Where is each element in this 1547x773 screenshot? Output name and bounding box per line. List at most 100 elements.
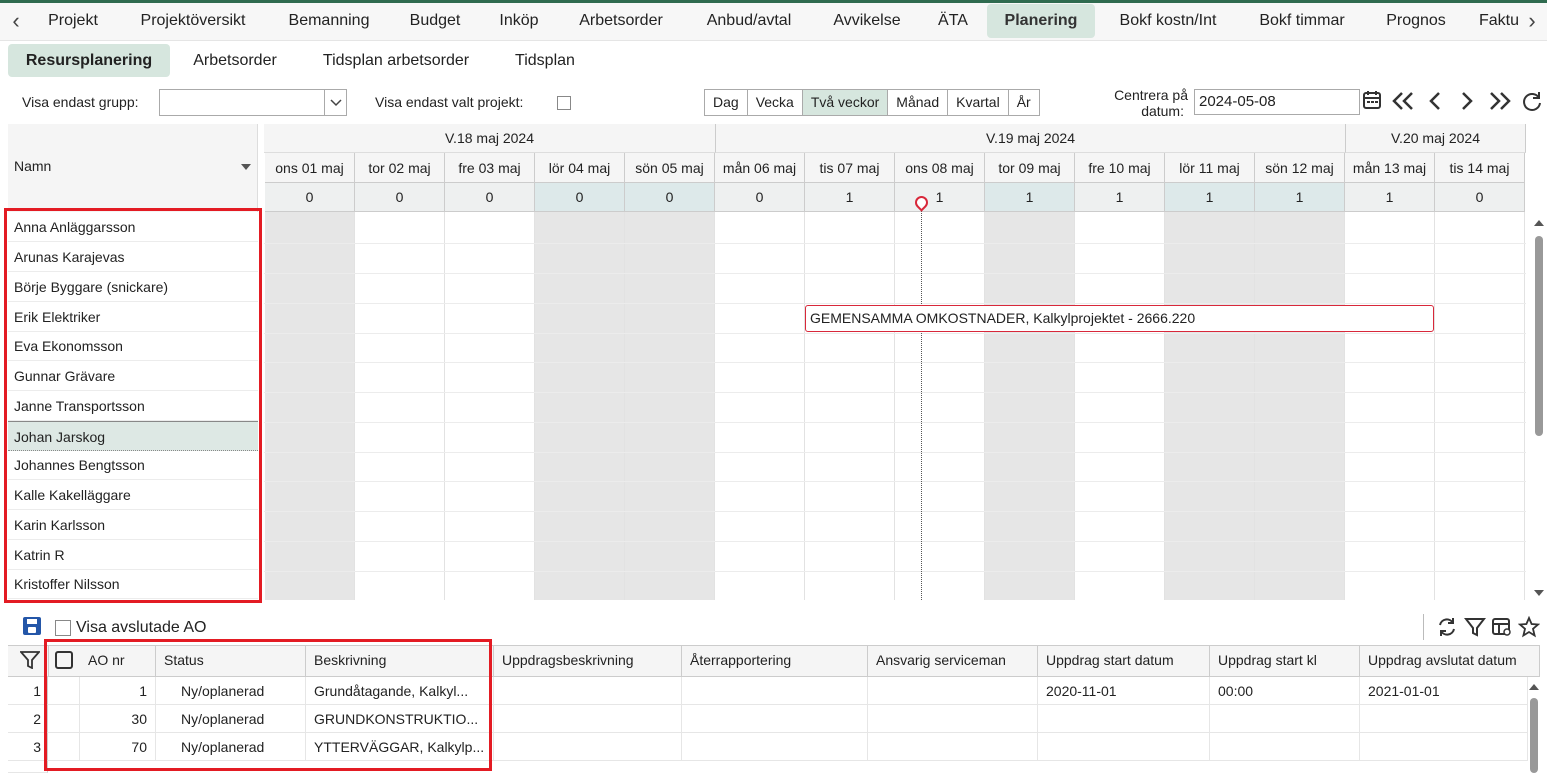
column-header-uppdrag-start-kl[interactable]: Uppdrag start kl (1210, 645, 1360, 677)
start-time-cell[interactable]: 00:00 (1210, 677, 1360, 705)
description-cell[interactable]: GRUNDKONSTRUKTIO... (306, 705, 494, 733)
tab-anbud-avtal[interactable]: Anbud/avtal (694, 4, 804, 38)
calendar-icon[interactable] (1361, 89, 1383, 115)
resource-row[interactable]: Johannes Bengtsson (8, 450, 258, 480)
note-cell[interactable] (48, 705, 80, 733)
scrollbar-thumb[interactable] (1530, 698, 1538, 773)
subtab-arbetsorder[interactable]: Arbetsorder (180, 44, 290, 77)
resource-row[interactable]: Katrin R (8, 540, 258, 570)
resource-row[interactable]: Erik Elektriker (8, 302, 258, 332)
resource-row[interactable]: Kalle Kakelläggare (8, 480, 258, 510)
note-cell[interactable] (48, 733, 80, 761)
status-cell[interactable]: Ny/oplanerad (156, 705, 306, 733)
resource-row[interactable]: Janne Transportsson (8, 391, 258, 421)
tab-bokf-timmar[interactable]: Bokf timmar (1247, 4, 1357, 38)
resource-row[interactable]: Anna Anläggarsson (8, 212, 258, 242)
center-date-input[interactable]: 2024-05-08 (1194, 89, 1360, 115)
resource-row[interactable]: Eva Ekonomsson (8, 331, 258, 361)
ao-nr-cell[interactable]: 70 (80, 733, 156, 761)
serviceman-cell[interactable] (868, 733, 1038, 761)
column-header-status[interactable]: Status (156, 645, 306, 677)
report-back-cell[interactable] (682, 677, 868, 705)
tab-bemanning[interactable]: Bemanning (276, 4, 382, 38)
column-header-ansvarig-serviceman[interactable]: Ansvarig serviceman (868, 645, 1038, 677)
start-time-cell[interactable] (1210, 733, 1360, 761)
tab-arbetsorder[interactable]: Arbetsorder (566, 4, 676, 38)
column-header-uppdrag-avslutat-datum[interactable]: Uppdrag avslutat datum (1360, 645, 1540, 677)
column-filter-icon[interactable] (19, 651, 41, 670)
tab-fakturering[interactable]: Faktu (1474, 4, 1524, 38)
end-date-cell[interactable] (1360, 705, 1528, 733)
start-time-cell[interactable] (1210, 705, 1360, 733)
column-header-uppdragsbeskrivning[interactable]: Uppdragsbeskrivning (494, 645, 682, 677)
assignment-description-cell[interactable] (494, 733, 682, 761)
tab-projektoversikt[interactable]: Projektöversikt (126, 4, 260, 38)
refresh-icon[interactable] (1520, 89, 1544, 115)
name-column-header[interactable]: Namn (8, 124, 258, 212)
tabs-scroll-left-icon[interactable]: ‹ (6, 9, 26, 33)
subtab-tidsplan[interactable]: Tidsplan (500, 44, 590, 77)
column-settings-icon[interactable] (1491, 616, 1513, 638)
serviceman-cell[interactable] (868, 677, 1038, 705)
column-header-beskrivning[interactable]: Beskrivning (306, 645, 494, 677)
tab-budget[interactable]: Budget (398, 4, 472, 38)
status-cell[interactable]: Ny/oplanerad (156, 677, 306, 705)
tab-planering[interactable]: Planering (987, 4, 1095, 38)
description-cell[interactable]: YTTERVÄGGAR, Kalkylp... (306, 733, 494, 761)
scroll-down-icon[interactable] (1534, 590, 1544, 596)
start-date-cell[interactable] (1038, 705, 1210, 733)
assignment-description-cell[interactable] (494, 705, 682, 733)
dropdown-arrow-icon[interactable] (324, 90, 346, 115)
start-date-cell[interactable]: 2020-11-01 (1038, 677, 1210, 705)
refresh-table-icon[interactable] (1436, 616, 1458, 638)
report-back-cell[interactable] (682, 705, 868, 733)
subtab-resursplanering[interactable]: Resursplanering (8, 44, 170, 77)
scrollbar-thumb[interactable] (1535, 236, 1543, 436)
sort-arrow-icon[interactable] (241, 164, 251, 170)
step-back-icon[interactable] (1424, 89, 1446, 115)
column-header-aterrapportering[interactable]: Återrapportering (682, 645, 868, 677)
group-filter-select[interactable] (159, 89, 347, 116)
note-icon[interactable] (55, 651, 73, 669)
serviceman-cell[interactable] (868, 705, 1038, 733)
note-cell[interactable] (48, 677, 80, 705)
description-cell[interactable]: Grundåtagande, Kalkyl... (306, 677, 494, 705)
resource-row[interactable]: Börje Byggare (snickare) (8, 272, 258, 302)
tab-inkop[interactable]: Inköp (488, 4, 550, 38)
resource-row[interactable]: Gunnar Grävare (8, 361, 258, 391)
resource-row[interactable]: Karin Karlsson (8, 510, 258, 540)
view-mode-manad[interactable]: Månad (888, 90, 949, 115)
end-date-cell[interactable]: 2021-01-01 (1360, 677, 1528, 705)
column-header-ao-nr[interactable]: AO nr (80, 645, 156, 677)
status-cell[interactable]: Ny/oplanerad (156, 733, 306, 761)
resource-row-selected[interactable]: Johan Jarskog (8, 421, 258, 451)
resource-row[interactable]: Arunas Karajevas (8, 242, 258, 272)
project-filter-checkbox[interactable] (557, 96, 571, 110)
view-mode-vecka[interactable]: Vecka (748, 90, 803, 115)
star-icon[interactable] (1517, 615, 1541, 638)
view-mode-tva-veckor[interactable]: Två veckor (802, 90, 889, 115)
save-icon[interactable] (23, 617, 41, 635)
column-header-uppdrag-start-datum[interactable]: Uppdrag start datum (1038, 645, 1210, 677)
view-mode-kvartal[interactable]: Kvartal (948, 90, 1009, 115)
jump-forward-icon[interactable] (1486, 89, 1514, 115)
view-mode-ar[interactable]: År (1009, 90, 1039, 115)
scroll-up-icon[interactable] (1534, 220, 1544, 226)
tabs-scroll-right-icon[interactable]: › (1522, 9, 1542, 33)
subtab-tidsplan-arbetsorder[interactable]: Tidsplan arbetsorder (306, 44, 486, 77)
scheduler-scrollbar[interactable] (1533, 212, 1545, 600)
assignment-description-cell[interactable] (494, 677, 682, 705)
view-mode-dag[interactable]: Dag (705, 90, 748, 115)
ao-nr-cell[interactable]: 1 (80, 677, 156, 705)
tab-prognos[interactable]: Prognos (1374, 4, 1458, 38)
table-scrollbar[interactable] (1529, 680, 1539, 773)
resource-row[interactable]: Kristoffer Nilsson (8, 569, 258, 599)
report-back-cell[interactable] (682, 733, 868, 761)
filter-icon[interactable] (1463, 616, 1487, 638)
scroll-up-icon[interactable] (1529, 684, 1539, 690)
start-date-cell[interactable] (1038, 733, 1210, 761)
tab-ata[interactable]: ÄTA (928, 4, 978, 38)
task-bar[interactable]: GEMENSAMMA OMKOSTNADER, Kalkylprojektet … (805, 305, 1434, 332)
ao-nr-cell[interactable]: 30 (80, 705, 156, 733)
tab-avvikelse[interactable]: Avvikelse (822, 4, 912, 38)
